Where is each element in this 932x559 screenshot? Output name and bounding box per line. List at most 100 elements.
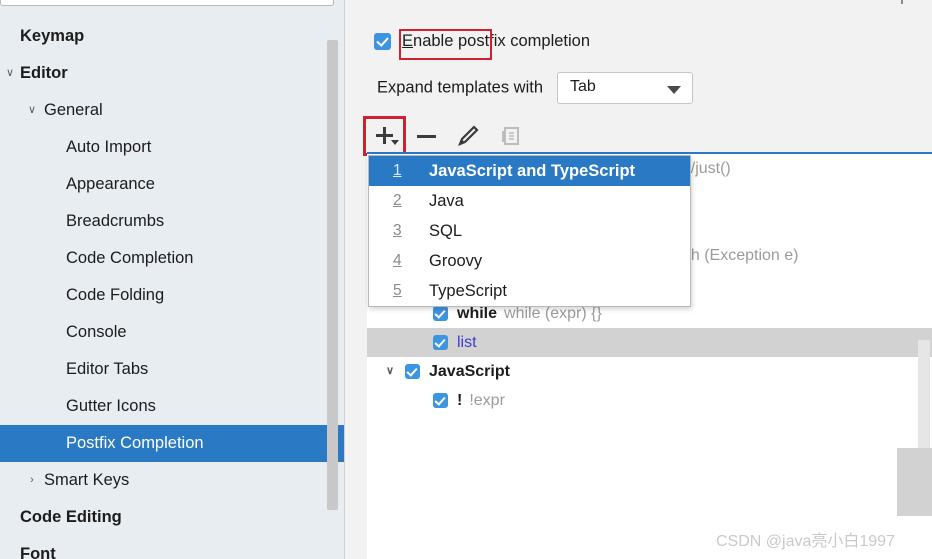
- template-row[interactable]: ! !expr: [367, 386, 932, 415]
- sidebar-item-editor-tabs[interactable]: Editor Tabs: [0, 351, 345, 388]
- language-popup-item[interactable]: 2 Java: [369, 186, 690, 216]
- settings-dialog: Keymap ∨ Editor ∨ General Auto Import Appearan…: [0, 0, 932, 559]
- template-key: list: [457, 334, 477, 351]
- sidebar-item-label: General: [44, 101, 103, 119]
- expand-templates-row: Expand templates with Tab: [377, 72, 694, 104]
- expand-templates-label: Expand templates with: [377, 78, 544, 97]
- sidebar-item-label: Code Folding: [66, 286, 165, 304]
- enable-postfix-completion-label: Enable postfix completion: [402, 32, 590, 50]
- chevron-down-icon[interactable]: ∨: [383, 357, 397, 386]
- template-row[interactable]: ∨ JavaScript: [367, 357, 932, 386]
- bottom-edge-strip: [897, 448, 932, 516]
- template-checkbox[interactable]: [433, 335, 448, 350]
- sidebar-item-breadcrumbs[interactable]: Breadcrumbs: [0, 203, 345, 240]
- sidebar-item-label: Editor Tabs: [66, 360, 149, 378]
- chevron-down-icon[interactable]: ∨: [24, 92, 40, 129]
- sidebar-item-smart-keys[interactable]: › Smart Keys: [0, 462, 345, 499]
- sidebar-item-label: Postfix Completion: [66, 434, 204, 452]
- sidebar-item-label: Appearance: [66, 175, 155, 193]
- chevron-down-icon: [391, 140, 399, 145]
- sidebar-item-label: Breadcrumbs: [66, 212, 165, 230]
- pencil-icon: [458, 125, 479, 146]
- template-key: while: [457, 305, 498, 322]
- sidebar-item-keymap[interactable]: Keymap: [0, 18, 345, 55]
- template-text: ! !expr: [457, 386, 505, 415]
- watermark-text: CSDN @java亮小白1997: [716, 533, 895, 550]
- mnemonic-letter: E: [402, 32, 414, 50]
- sidebar-scrollbar[interactable]: [327, 40, 338, 510]
- sidebar-item-label: Editor: [20, 64, 68, 82]
- enable-label-rest: nable postfix completion: [413, 32, 591, 50]
- sidebar-item-code-folding[interactable]: Code Folding: [0, 277, 345, 314]
- copy-icon: [502, 127, 519, 145]
- expand-templates-select[interactable]: Tab: [557, 72, 694, 104]
- sidebar-item-appearance[interactable]: Appearance: [0, 166, 345, 203]
- sidebar-item-general[interactable]: ∨ General: [0, 92, 345, 129]
- template-checkbox[interactable]: [433, 393, 448, 408]
- sidebar-item-label: Keymap: [20, 27, 85, 45]
- language-popup-item-label: TypeScript: [429, 282, 507, 300]
- postfix-completion-panel: Enable postfix completion Expand templat…: [345, 0, 932, 559]
- chevron-right-icon[interactable]: ›: [24, 462, 40, 499]
- sidebar-item-gutter-icons[interactable]: Gutter Icons: [0, 388, 345, 425]
- panel-tick-mark: [901, 0, 903, 4]
- template-row[interactable]: list: [367, 328, 932, 357]
- sidebar-item-label: Auto Import: [66, 138, 152, 156]
- minus-icon: [417, 135, 436, 138]
- template-key: JavaScript: [429, 363, 510, 380]
- language-popup-item[interactable]: 5 TypeScript: [369, 276, 690, 306]
- template-description: !expr: [469, 392, 505, 409]
- language-popup-item-label: Java: [429, 192, 464, 210]
- duplicate-template-button: [493, 120, 529, 152]
- settings-tree: Keymap ∨ Editor ∨ General Auto Import Appearan…: [0, 18, 345, 559]
- sidebar-item-label: Code Completion: [66, 249, 194, 267]
- sidebar-item-label: Code Editing: [20, 508, 122, 526]
- template-checkbox[interactable]: [405, 364, 420, 379]
- language-popup-item-number: 5: [393, 282, 402, 299]
- language-popup-item-number: 2: [393, 192, 402, 209]
- remove-template-button[interactable]: [409, 120, 445, 152]
- add-template-button[interactable]: [367, 120, 403, 152]
- plus-icon-bar: [376, 134, 393, 137]
- sidebar-item-font[interactable]: Font: [0, 536, 345, 559]
- language-popup-item-label: Groovy: [429, 252, 483, 270]
- enable-postfix-completion-checkbox[interactable]: [374, 33, 391, 50]
- sidebar-item-auto-import[interactable]: Auto Import: [0, 129, 345, 166]
- panel-scrollbar[interactable]: [918, 340, 929, 448]
- language-popup-rows: 1 JavaScript and TypeScript 2 Java 3 SQL 4 Groo…: [369, 156, 690, 306]
- language-popup-item[interactable]: 3 SQL: [369, 216, 690, 246]
- language-popup-item-label: JavaScript and TypeScript: [429, 162, 636, 180]
- sidebar-item-label: Smart Keys: [44, 471, 130, 489]
- sidebar-item-label: Gutter Icons: [66, 397, 156, 415]
- search-input[interactable]: [0, 0, 334, 6]
- language-popup-menu[interactable]: 1 JavaScript and TypeScript 2 Java 3 SQL 4 Groo…: [368, 155, 691, 307]
- templates-toolbar: [363, 116, 932, 156]
- sidebar-item-console[interactable]: Console: [0, 314, 345, 351]
- sidebar-item-postfix-completion[interactable]: Postfix Completion: [0, 425, 345, 462]
- chevron-down-icon[interactable]: ∨: [2, 55, 18, 92]
- sidebar-item-code-editing[interactable]: Code Editing: [0, 499, 345, 536]
- language-popup-item[interactable]: 4 Groovy: [369, 246, 690, 276]
- sidebar-item-code-completion[interactable]: Code Completion: [0, 240, 345, 277]
- enable-postfix-completion-row[interactable]: Enable postfix completion: [374, 32, 590, 51]
- sidebar-item-editor[interactable]: ∨ Editor: [0, 55, 345, 92]
- edit-template-button[interactable]: [451, 120, 487, 152]
- language-popup-item-number: 1: [393, 162, 402, 179]
- language-popup-item[interactable]: 1 JavaScript and TypeScript: [369, 156, 690, 186]
- language-popup-item-number: 3: [393, 222, 402, 239]
- sidebar-item-label: Console: [66, 323, 127, 341]
- sidebar-item-label: Font: [20, 545, 56, 559]
- template-checkbox[interactable]: [433, 306, 448, 321]
- template-key: !: [457, 392, 463, 409]
